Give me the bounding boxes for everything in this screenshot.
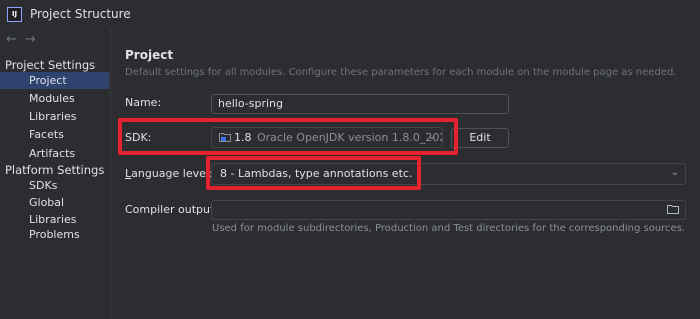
title-bar: IJ Project Structure — [0, 0, 700, 28]
compiler-output-label: Compiler output: — [125, 203, 218, 216]
sidebar-item-label: Libraries — [29, 110, 77, 123]
sidebar-item-label: Global Libraries — [29, 196, 77, 226]
sidebar-item-label: Artifacts — [29, 147, 76, 160]
sidebar: ← → Project Settings Project Modules Lib… — [0, 28, 110, 319]
sidebar-item-global-libraries[interactable]: Global Libraries — [0, 194, 109, 226]
platform-settings-header: Platform Settings — [5, 163, 105, 177]
sidebar-item-sdks[interactable]: SDKs — [0, 177, 109, 194]
sidebar-item-label: Facets — [29, 128, 64, 141]
compiler-output-field[interactable] — [211, 200, 686, 220]
folder-browse-icon[interactable] — [667, 205, 679, 214]
sidebar-item-modules[interactable]: Modules — [0, 90, 109, 107]
navigation-arrows: ← → — [6, 32, 36, 47]
window-title: Project Structure — [30, 7, 131, 21]
sidebar-item-facets[interactable]: Facets — [0, 126, 109, 143]
project-settings-header: Project Settings — [5, 58, 96, 72]
intellij-logo-icon: IJ — [7, 6, 22, 22]
chevron-down-icon: ⌄ — [670, 167, 679, 178]
project-name-field[interactable]: hello-spring — [211, 94, 509, 114]
language-level-label: Language level: — [125, 167, 213, 180]
page-description: Default settings for all modules. Config… — [125, 67, 677, 78]
sidebar-item-project[interactable]: Project — [0, 72, 109, 89]
sdk-highlight-box — [118, 118, 458, 155]
compiler-output-hint: Used for module subdirectories, Producti… — [212, 223, 686, 234]
sidebar-item-problems[interactable]: Problems — [0, 226, 109, 243]
sidebar-item-label: Project — [29, 74, 67, 87]
name-label: Name: — [125, 96, 162, 109]
language-level-highlight-box — [206, 156, 421, 190]
language-level-label-text: anguage level: — [131, 167, 213, 180]
arrow-left-icon[interactable]: ← — [6, 32, 17, 47]
sidebar-item-libraries[interactable]: Libraries — [0, 108, 109, 125]
sidebar-item-label: SDKs — [29, 179, 58, 192]
edit-sdk-button[interactable]: Edit — [451, 128, 509, 148]
arrow-right-icon[interactable]: → — [25, 32, 36, 47]
sidebar-item-label: Modules — [29, 92, 75, 105]
sidebar-item-label: Problems — [29, 228, 80, 241]
page-title: Project — [125, 48, 174, 62]
sidebar-item-artifacts[interactable]: Artifacts — [0, 145, 109, 162]
